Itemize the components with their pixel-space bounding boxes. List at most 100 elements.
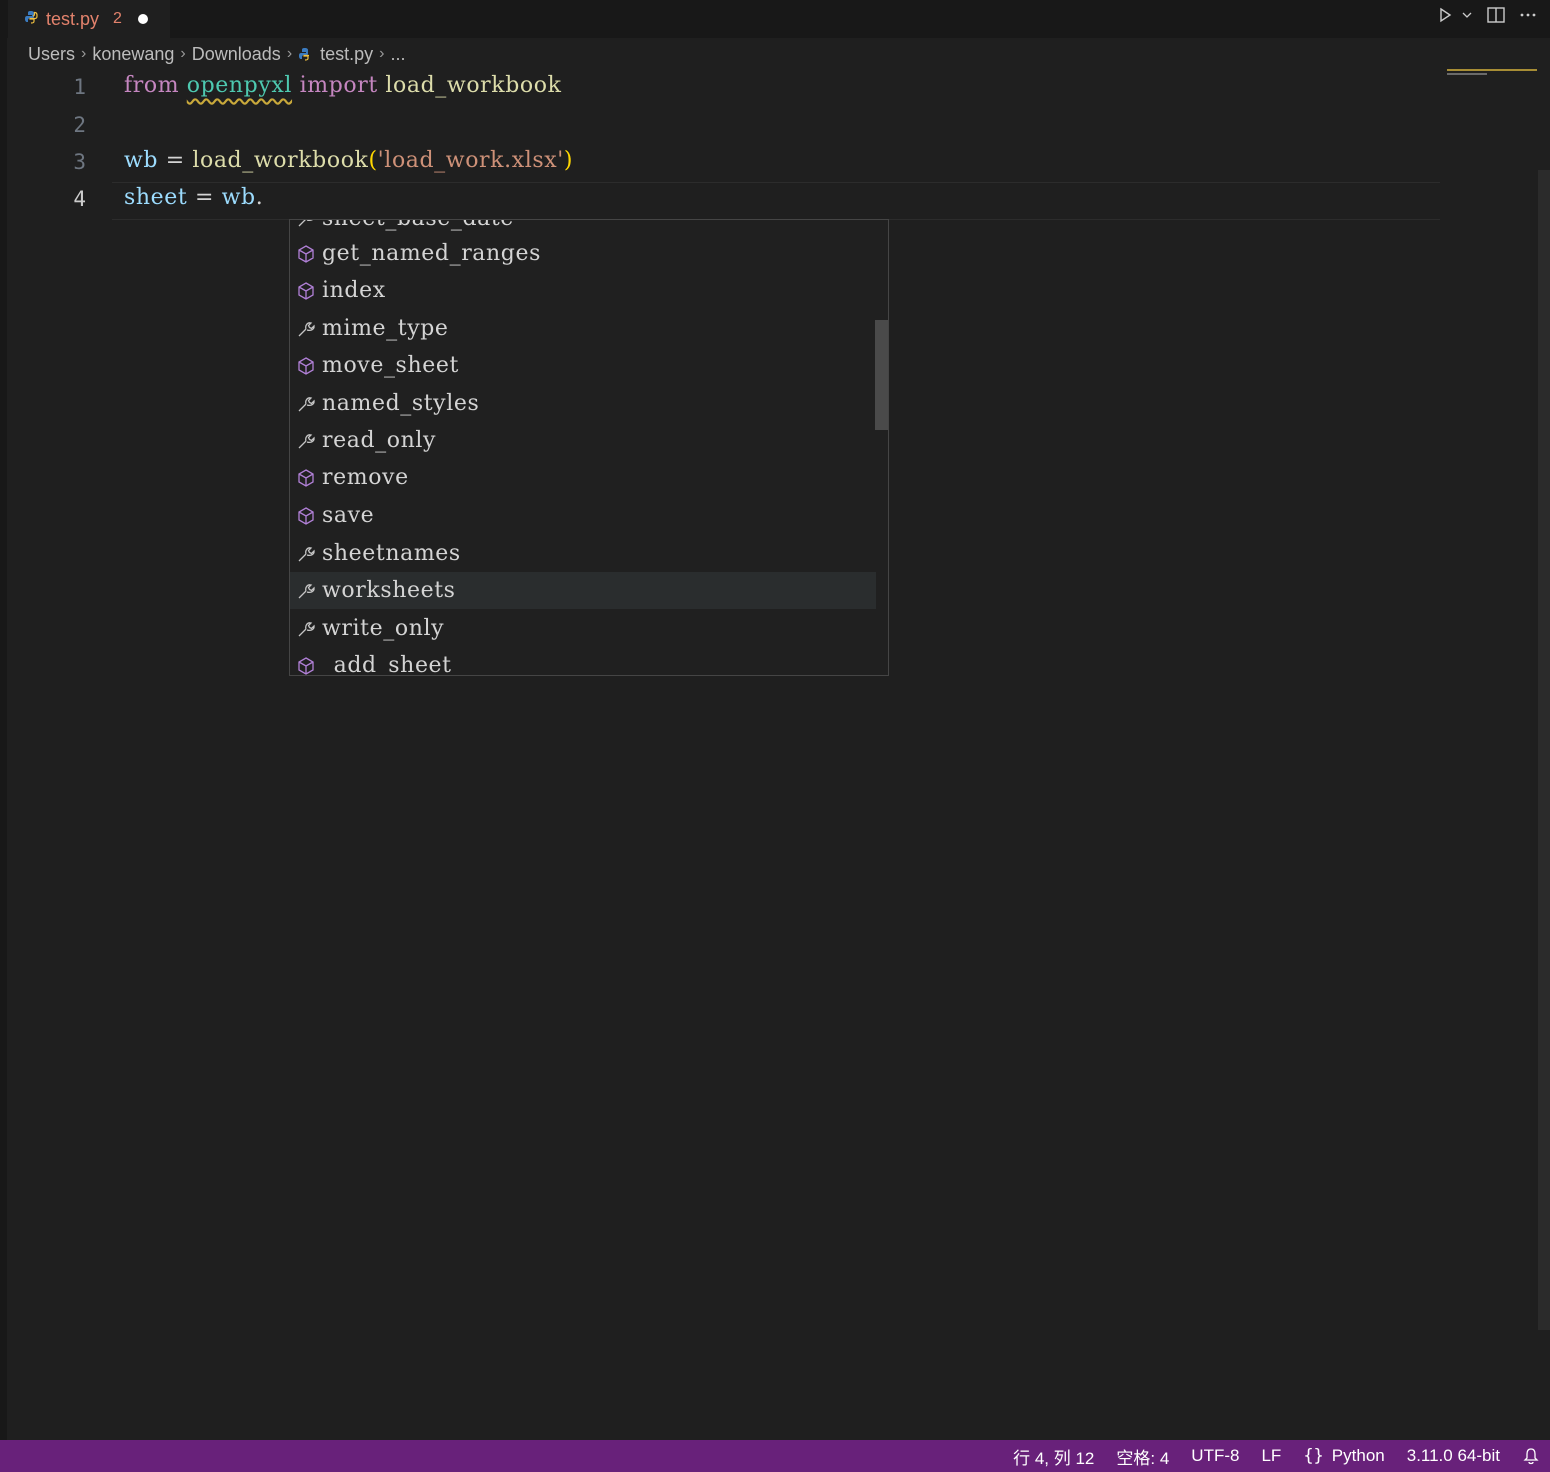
suggestion-label: sheet_base_date [322, 220, 514, 231]
status-cursor-position[interactable]: 行 4, 列 12 [1013, 1444, 1094, 1469]
suggestion-item[interactable]: _add_sheet [290, 647, 876, 676]
cube-icon [290, 356, 322, 376]
line-number: 2 [73, 113, 86, 137]
code-line-4[interactable]: sheet = wb. [124, 185, 263, 210]
suggestion-item[interactable]: save [290, 497, 876, 534]
suggestion-label: move_sheet [322, 353, 459, 378]
suggestion-widget[interactable]: sheet_base_date get_named_ranges index m… [289, 219, 889, 676]
braces-icon: {} [1303, 1446, 1324, 1466]
current-line-highlight [112, 182, 1440, 220]
tab-bar: test.py 2 [0, 0, 1550, 38]
suggestion-item[interactable]: remove [290, 459, 876, 496]
minimap-line [1447, 73, 1487, 75]
python-file-icon [298, 47, 312, 61]
cube-icon [290, 468, 322, 488]
wrench-icon [290, 394, 322, 414]
keyword-from: from [124, 73, 180, 98]
suggestion-item[interactable]: read_only [290, 422, 876, 459]
cube-icon [290, 244, 322, 264]
line-number: 1 [73, 75, 86, 99]
breadcrumb-symbol[interactable]: ... [391, 44, 406, 65]
suggestion-item[interactable]: mime_type [290, 310, 876, 347]
wrench-icon [290, 319, 322, 339]
cube-icon [290, 281, 322, 301]
module-name: openpyxl [186, 73, 293, 98]
run-button[interactable] [1436, 6, 1474, 24]
variable: sheet [124, 185, 188, 210]
breadcrumb-downloads[interactable]: Downloads [192, 44, 281, 65]
suggestion-scrollbar[interactable] [875, 320, 888, 430]
left-edge [0, 38, 7, 1440]
suggestion-label: _add_sheet [322, 653, 452, 676]
dot-operator: . [255, 185, 264, 210]
chevron-right-icon: › [379, 45, 385, 62]
breadcrumb-file[interactable]: test.py [320, 44, 373, 65]
status-eol[interactable]: LF [1261, 1446, 1281, 1466]
variable: wb [221, 185, 256, 210]
minimap[interactable] [1447, 69, 1537, 71]
status-bar: 行 4, 列 12 空格: 4 UTF-8 LF {} Python 3.11.… [0, 1440, 1550, 1472]
suggestion-label: remove [322, 465, 409, 490]
operator: = [194, 185, 214, 210]
ellipsis-icon [1520, 13, 1536, 17]
suggestion-label: get_named_ranges [322, 241, 541, 266]
status-language[interactable]: {} Python [1303, 1446, 1384, 1466]
status-interpreter[interactable]: 3.11.0 64-bit [1407, 1446, 1500, 1466]
operator: = [165, 148, 185, 173]
more-actions-button[interactable] [1518, 5, 1538, 25]
play-icon [1440, 7, 1452, 23]
function-call: load_workbook [192, 148, 369, 173]
wrench-icon [290, 619, 322, 639]
chevron-right-icon: › [286, 45, 293, 62]
python-file-icon [24, 10, 38, 29]
split-editor-button[interactable] [1486, 5, 1506, 25]
split-editor-icon [1487, 7, 1505, 23]
line-number-active: 4 [73, 187, 86, 211]
editor-actions [1436, 0, 1538, 30]
suggestion-label: write_only [322, 616, 445, 641]
paren-open: ( [368, 148, 378, 173]
line-number: 3 [73, 150, 86, 174]
tab-test-py[interactable]: test.py 2 [8, 0, 170, 38]
status-indentation[interactable]: 空格: 4 [1116, 1444, 1169, 1469]
cube-icon [290, 506, 322, 526]
keyword-import: import [299, 73, 378, 98]
editor-scrollbar[interactable] [1538, 170, 1550, 1330]
wrench-icon [290, 220, 322, 229]
wrench-icon [290, 581, 322, 601]
chevron-down-icon[interactable] [1460, 8, 1474, 22]
tab-filename: test.py [46, 8, 100, 29]
chevron-right-icon: › [81, 45, 87, 62]
code-line-1[interactable]: from openpyxl import load_workbook [124, 73, 562, 98]
variable: wb [124, 148, 159, 173]
suggestion-label: read_only [322, 428, 437, 453]
breadcrumb: Users › konewang › Downloads › test.py ›… [28, 40, 406, 68]
suggestion-label: mime_type [322, 316, 449, 341]
suggestion-label: named_styles [322, 391, 480, 416]
suggestion-label: worksheets [322, 578, 456, 603]
cube-icon [290, 656, 322, 676]
suggestion-item[interactable]: index [290, 272, 876, 309]
wrench-icon [290, 431, 322, 451]
suggestion-item[interactable]: write_only [290, 610, 876, 647]
problem-count-badge: 2 [113, 10, 122, 27]
imported-name: load_workbook [385, 73, 562, 98]
suggestion-label: sheetnames [322, 541, 461, 566]
string-literal: 'load_work.xlsx' [377, 148, 564, 173]
breadcrumb-konewang[interactable]: konewang [92, 44, 174, 65]
status-language-label: Python [1331, 1446, 1385, 1465]
suggestion-item[interactable]: move_sheet [290, 347, 876, 384]
chevron-right-icon: › [180, 45, 186, 62]
suggestion-label: index [322, 278, 386, 303]
status-encoding[interactable]: UTF-8 [1191, 1446, 1239, 1466]
suggestion-label: save [322, 503, 375, 528]
wrench-icon [290, 544, 322, 564]
suggestion-item-selected[interactable]: worksheets [290, 572, 876, 609]
breadcrumb-users[interactable]: Users [28, 44, 75, 65]
suggestion-item[interactable]: sheetnames [290, 535, 876, 572]
suggestion-item[interactable]: named_styles [290, 385, 876, 422]
unsaved-dot-icon[interactable] [137, 14, 148, 24]
code-line-3[interactable]: wb = load_workbook('load_work.xlsx') [124, 148, 573, 173]
suggestion-item[interactable]: get_named_ranges [290, 235, 876, 272]
notifications-bell-icon[interactable] [1522, 1447, 1540, 1465]
